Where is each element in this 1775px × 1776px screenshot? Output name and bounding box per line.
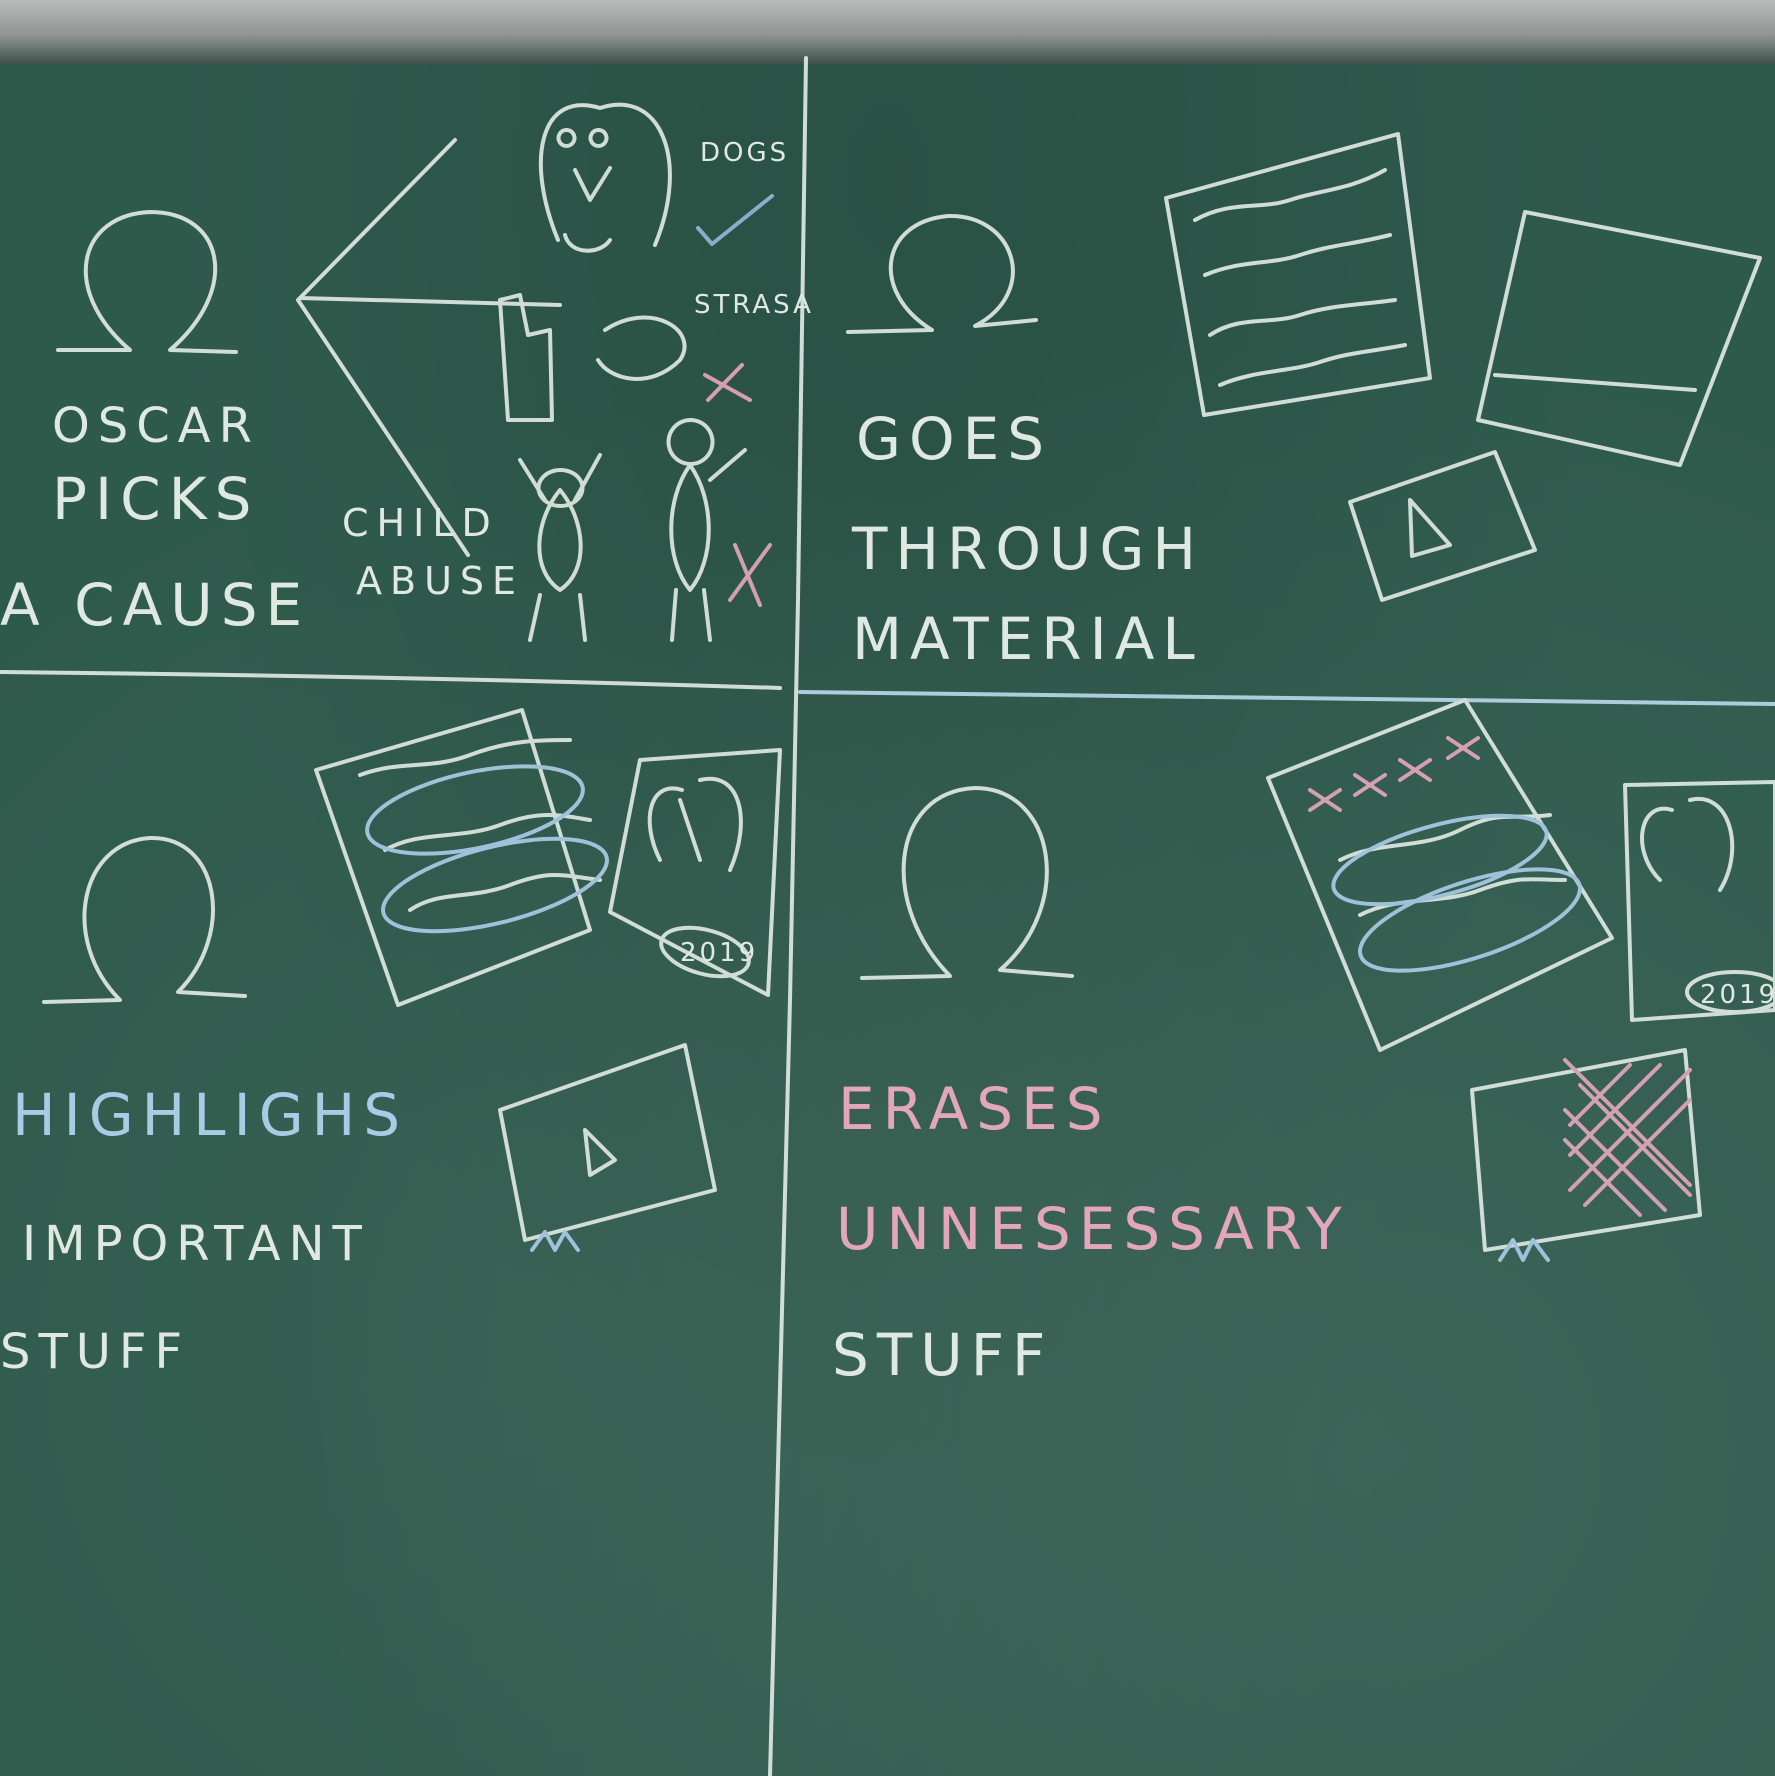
panel3-line1: HIGHLIGHS: [12, 1081, 409, 1149]
panel4-line2: UNNESESSARY: [836, 1195, 1350, 1263]
chalk-drawings: [0, 56, 1775, 1776]
image-card-dog-1: [647, 776, 743, 872]
erased-document-frame: [1266, 698, 1614, 1052]
label-dogs: DOGS: [700, 138, 790, 168]
label-abuse: ABUSE: [356, 559, 525, 603]
rock-drawing: [596, 315, 687, 381]
blank-slide-frame: [1476, 210, 1762, 467]
cross-row: [1308, 736, 1480, 812]
dog-head-drawing: [538, 102, 672, 253]
crosshatch: [1563, 1058, 1692, 1217]
highlighted-document-scribble: [358, 738, 602, 912]
label-strasa: STRASA: [694, 290, 814, 320]
document-scribble: [1193, 168, 1407, 387]
panel2-line3: MATERIAL: [852, 605, 1203, 673]
panel4-line3: STUFF: [832, 1321, 1054, 1389]
omega-symbol-3: [42, 835, 247, 1004]
panel3-line3: STUFF: [0, 1324, 191, 1380]
figure-small: [518, 453, 602, 642]
video-frame-1: [1348, 450, 1537, 602]
panel1-line2: PICKS: [52, 465, 260, 533]
panel4-year: 2019: [1700, 980, 1775, 1010]
play-icon-1: [1408, 498, 1452, 558]
horizontal-divider-left: [0, 670, 782, 690]
image-card-dog-2: [1640, 796, 1735, 892]
triangle-shape: [296, 138, 562, 557]
erase-ellipse-2: [1357, 867, 1583, 973]
label-child: CHILD: [342, 501, 499, 545]
tick-mark-1: [696, 194, 774, 246]
cross-mark-1: [703, 363, 752, 402]
panel4-line1: ERASES: [838, 1075, 1111, 1143]
figure-tall: [666, 418, 747, 642]
panel2-line2: THROUGH: [852, 515, 1205, 583]
panel1-line3: A CAUSE: [0, 571, 311, 639]
panel1-line1: OSCAR: [52, 398, 260, 454]
omega-symbol-4: [860, 786, 1074, 980]
cross-mark-2: [728, 543, 772, 607]
video-frame-2: [498, 1043, 717, 1242]
omega-symbol-2: [846, 213, 1038, 334]
erase-ellipse-1: [1331, 813, 1549, 907]
panel3-line2: IMPORTANT: [22, 1216, 370, 1272]
play-icon-2: [583, 1128, 617, 1177]
chalkboard: OSCAR PICKS A CAUSE CHILD ABUSE DOGS STR…: [0, 0, 1775, 1776]
horizontal-divider-right: [798, 690, 1775, 706]
panel3-year: 2019: [680, 938, 759, 968]
erased-document-scribble: [1338, 813, 1567, 917]
panel2-line1: GOES: [856, 405, 1053, 473]
hand-drawing: [498, 293, 554, 422]
omega-symbol-1: [56, 210, 238, 354]
